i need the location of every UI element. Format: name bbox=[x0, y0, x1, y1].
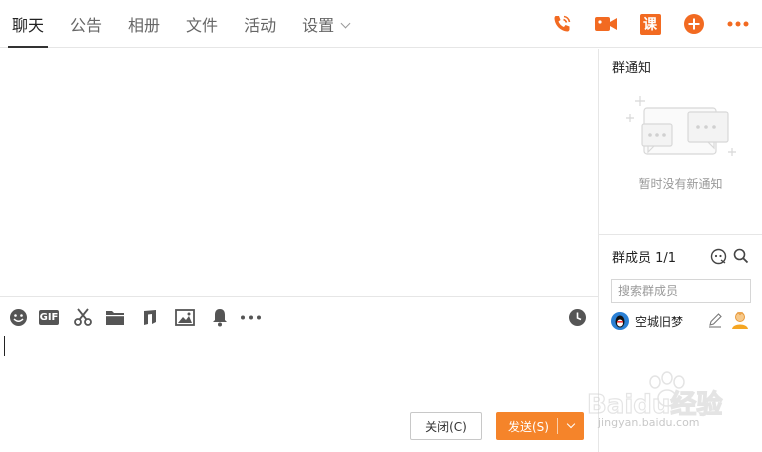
member-search-icon[interactable] bbox=[732, 247, 750, 265]
gif-icon[interactable]: GIF bbox=[39, 307, 59, 327]
member-list-item[interactable]: 空城旧梦 bbox=[599, 310, 762, 332]
top-tab-bar: 聊天 公告 相册 文件 活动 设置 课 bbox=[0, 0, 762, 48]
send-button[interactable]: 发送(S) bbox=[496, 412, 584, 440]
more-icon[interactable] bbox=[726, 12, 750, 36]
group-owner-icon bbox=[732, 311, 748, 329]
top-tool-icons: 课 bbox=[530, 12, 750, 36]
members-title: 群成员 1/1 bbox=[612, 251, 677, 266]
notice-empty-text: 暂时没有新通知 bbox=[638, 177, 723, 191]
more-dots-icon[interactable] bbox=[240, 307, 262, 327]
video-call-icon[interactable] bbox=[594, 12, 618, 36]
avatar bbox=[611, 312, 629, 330]
text-caret bbox=[4, 336, 5, 356]
edit-icon[interactable] bbox=[707, 312, 723, 328]
chevron-down-icon bbox=[566, 419, 576, 429]
tab-chat[interactable]: 聊天 bbox=[7, 0, 49, 48]
chat-message-area[interactable] bbox=[0, 49, 598, 296]
add-icon[interactable] bbox=[682, 12, 706, 36]
notice-title: 群通知 bbox=[612, 61, 652, 76]
tab-album[interactable]: 相册 bbox=[128, 0, 160, 48]
panel-section-divider bbox=[599, 234, 762, 235]
history-clock-icon[interactable] bbox=[567, 307, 587, 327]
folder-icon[interactable] bbox=[105, 307, 125, 327]
tab-settings[interactable]: 设置 bbox=[302, 0, 351, 48]
scissors-icon[interactable] bbox=[73, 307, 93, 327]
tab-announcement[interactable]: 公告 bbox=[70, 0, 102, 48]
phone-icon[interactable] bbox=[550, 12, 574, 36]
lesson-icon[interactable]: 课 bbox=[638, 12, 662, 36]
tab-list: 聊天 公告 相册 文件 活动 设置 bbox=[0, 0, 363, 48]
close-button[interactable]: 关闭(C) bbox=[410, 412, 482, 440]
send-options-dropdown[interactable] bbox=[558, 412, 584, 440]
member-name: 空城旧梦 bbox=[635, 315, 684, 329]
chevron-down-icon bbox=[340, 18, 351, 29]
bell-icon[interactable] bbox=[210, 307, 230, 327]
tab-activity[interactable]: 活动 bbox=[244, 0, 276, 48]
tab-files[interactable]: 文件 bbox=[186, 0, 218, 48]
music-icon[interactable] bbox=[140, 307, 160, 327]
member-search-input[interactable] bbox=[611, 279, 751, 303]
member-manage-icon[interactable] bbox=[709, 247, 727, 265]
image-icon[interactable] bbox=[175, 307, 195, 327]
emoji-icon[interactable] bbox=[8, 307, 28, 327]
input-toolbar: GIF bbox=[0, 296, 598, 336]
watermark-url: jingyan.baidu.com bbox=[598, 416, 700, 429]
empty-notice-illustration-icon bbox=[626, 96, 736, 156]
